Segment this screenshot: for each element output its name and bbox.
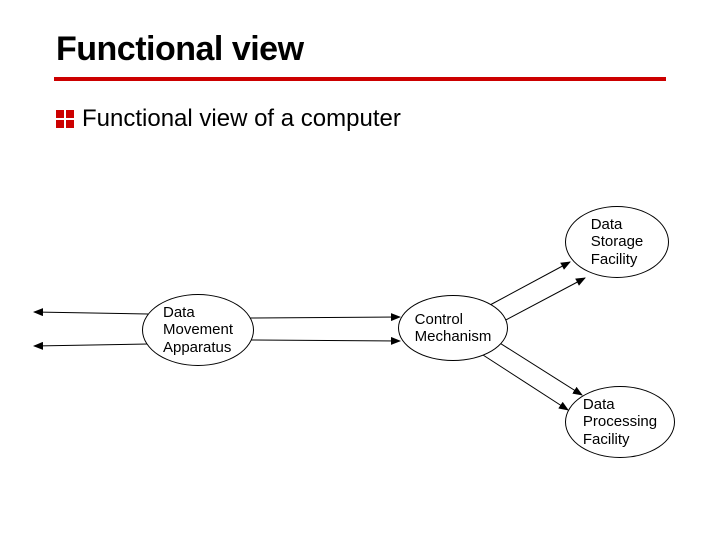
bullet-four-squares-icon	[56, 110, 74, 128]
node-data-storage: DataStorageFacility	[565, 206, 669, 278]
node-control-mechanism-label: ControlMechanism	[415, 311, 492, 346]
slide-title: Functional view	[56, 30, 680, 69]
node-data-movement: DataMovementApparatus	[142, 294, 254, 366]
node-control-mechanism: ControlMechanism	[398, 295, 508, 361]
title-divider	[54, 77, 666, 81]
node-data-processing: DataProcessingFacility	[565, 386, 675, 458]
bullet-text: Functional view of a computer	[82, 105, 401, 133]
node-data-movement-label: DataMovementApparatus	[163, 304, 233, 356]
functional-view-diagram: DataStorageFacility DataMovementApparatu…	[0, 200, 720, 520]
node-data-processing-label: DataProcessingFacility	[583, 396, 657, 448]
node-data-storage-label: DataStorageFacility	[591, 216, 644, 268]
bullet-item: Functional view of a computer	[56, 105, 680, 133]
